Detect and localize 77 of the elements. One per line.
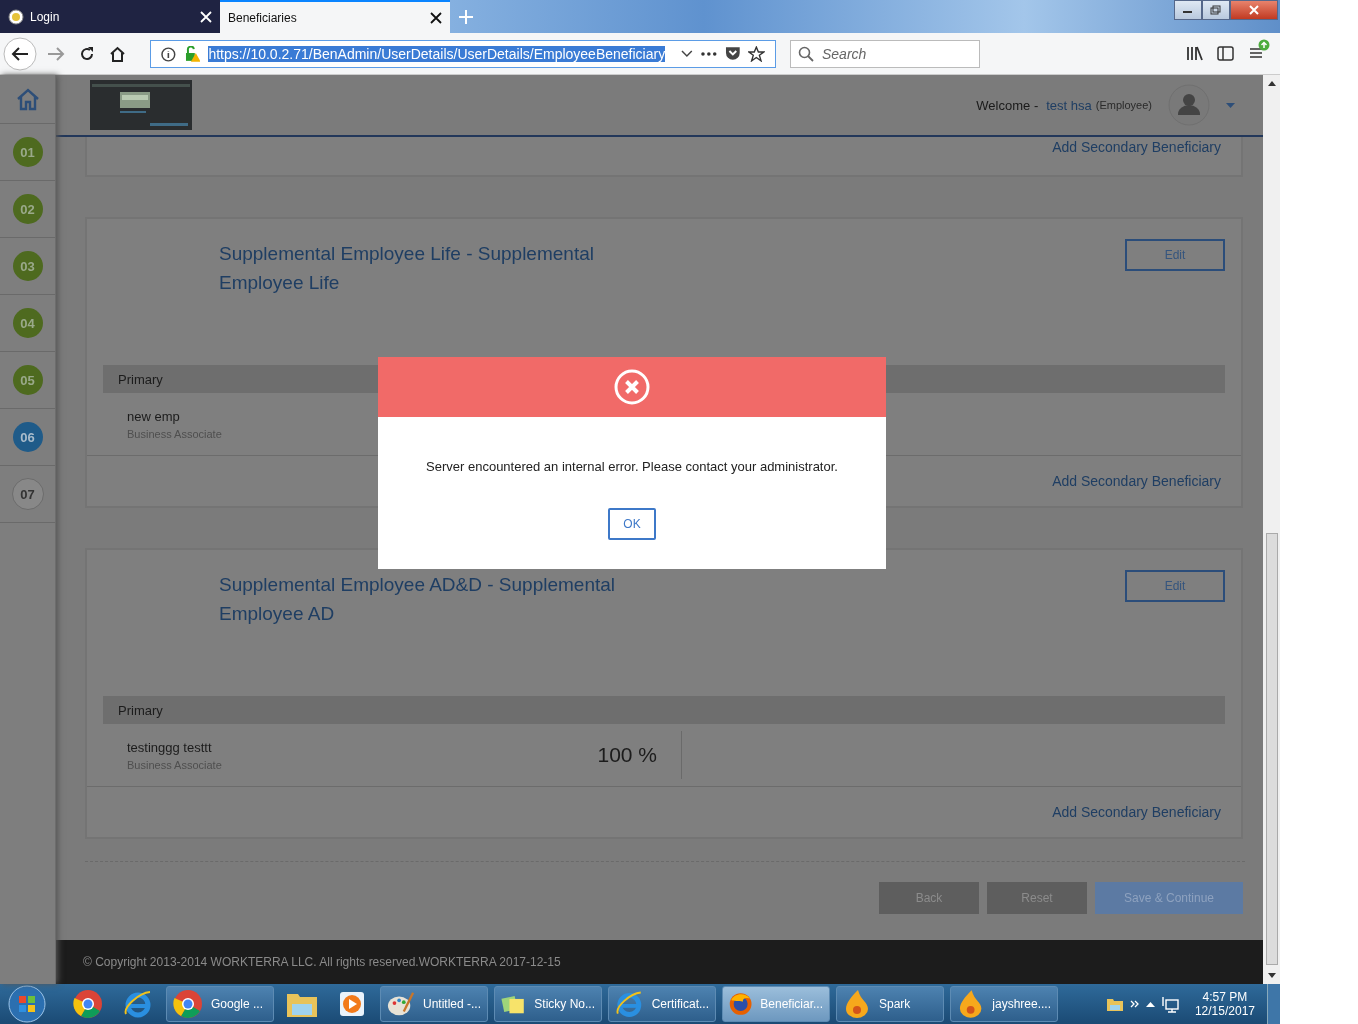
clock-time: 4:57 PM [1202, 990, 1248, 1004]
scrollbar[interactable] [1263, 75, 1280, 984]
chrome-icon [73, 989, 103, 1019]
search-icon [798, 45, 814, 62]
user-name[interactable]: test hsa [1046, 97, 1092, 113]
taskbar-button[interactable]: Google ... [166, 986, 274, 1022]
play-icon [338, 990, 366, 1018]
more-icon[interactable] [700, 51, 717, 56]
restore-icon [1210, 5, 1222, 15]
step-badge[interactable]: 01 [12, 137, 43, 167]
close-button[interactable] [1230, 0, 1278, 20]
scroll-thumb[interactable] [1265, 533, 1278, 965]
user-role: (Employee) [1095, 99, 1152, 111]
add-secondary-link[interactable]: Add Secondary Beneficiary [1052, 804, 1221, 820]
clock-date: 12/15/2017 [1194, 1004, 1255, 1018]
step-badge[interactable]: 03 [12, 251, 43, 281]
home-icon[interactable] [109, 45, 126, 62]
step-badge[interactable]: 06 [12, 422, 43, 452]
step-badge[interactable]: 04 [12, 308, 43, 338]
minimize-button[interactable] [1174, 0, 1202, 20]
letter-e-icon [615, 989, 644, 1019]
reload-icon[interactable] [79, 45, 95, 62]
ok-button[interactable]: OK [608, 508, 656, 540]
step-badge[interactable]: 07 [11, 478, 44, 510]
chrome-icon [173, 989, 203, 1019]
back-icon[interactable] [3, 36, 37, 71]
search-field[interactable]: Search [790, 39, 980, 68]
chevrons-icon[interactable] [1129, 1000, 1140, 1008]
error-message: Server encountered an internal error. Please contact your administrator. [426, 459, 838, 474]
add-secondary-link[interactable]: Add Secondary Beneficiary [1052, 139, 1221, 155]
warning-lock-icon[interactable] [184, 45, 201, 62]
edit-button[interactable]: Edit [1125, 239, 1225, 271]
letter-e-icon [123, 989, 153, 1019]
taskbar-button[interactable]: Untitled -... [380, 986, 488, 1022]
star-icon[interactable] [748, 45, 765, 62]
network-icon[interactable] [1160, 995, 1179, 1013]
scroll-down-icon[interactable] [1267, 973, 1276, 978]
library-icon[interactable] [1186, 46, 1203, 61]
chevron-down-icon[interactable] [681, 49, 693, 58]
url-text[interactable]: https://10.0.2.71/BenAdmin/UserDetails/UserDetails/EmployeeBeneficiary [208, 45, 666, 62]
plan-title: Supplemental Employee AD&D - Supplemental Employee AD [219, 573, 617, 626]
copyright-text: © Copyright 2013-2014 WORKTERRA LLC. All rights reserved.WORKTERRA 2017-12-15 [83, 955, 561, 969]
taskbar-button[interactable]: Spark [836, 986, 944, 1022]
browser-tab[interactable]: Beneficiaries [220, 0, 450, 33]
browser-tab[interactable]: Login [0, 0, 220, 33]
step-badge[interactable]: 05 [12, 365, 43, 395]
group-header: Primary [103, 696, 1225, 724]
globe-icon [8, 8, 24, 25]
error-icon [614, 369, 650, 405]
plan-title: Supplemental Employee Life - Supplemental Employee Life [219, 242, 595, 295]
add-secondary-link[interactable]: Add Secondary Beneficiary [1052, 473, 1221, 489]
address-bar[interactable]: https://10.0.2.71/BenAdmin/UserDetails/UserDetails/EmployeeBeneficiary [150, 39, 776, 68]
taskbar-button[interactable]: Sticky No... [494, 986, 602, 1022]
taskbar-button[interactable]: Beneficiar... [722, 986, 830, 1022]
taskbar-button[interactable]: jayshree.... [950, 986, 1058, 1022]
info-icon[interactable] [161, 45, 177, 62]
sidebar-icon[interactable] [1217, 46, 1234, 61]
beneficiary-name: testinggg testtt [127, 739, 213, 755]
forward-icon[interactable] [47, 45, 65, 62]
taskbar-button[interactable]: Certificat... [608, 986, 716, 1022]
scroll-up-icon[interactable] [1267, 81, 1276, 86]
beneficiary-name: new emp [127, 408, 181, 424]
up-arrow-icon[interactable] [1145, 1001, 1155, 1007]
clock[interactable]: 4:57 PM 12/15/2017 [1194, 990, 1255, 1018]
close-icon [1248, 5, 1260, 15]
restore-button[interactable] [1202, 0, 1230, 20]
palette-icon [387, 990, 415, 1018]
close-icon[interactable] [430, 11, 442, 24]
step-badge[interactable]: 02 [12, 194, 43, 224]
flame-icon [843, 989, 871, 1019]
start-icon[interactable] [8, 985, 46, 1023]
menu-icon[interactable] [1248, 38, 1270, 61]
pocket-icon[interactable] [724, 46, 741, 61]
edit-button[interactable]: Edit [1125, 570, 1225, 602]
folder-icon[interactable] [1105, 996, 1124, 1012]
percent-value: 100 % [487, 731, 682, 779]
welcome-label: Welcome - [976, 97, 1039, 113]
